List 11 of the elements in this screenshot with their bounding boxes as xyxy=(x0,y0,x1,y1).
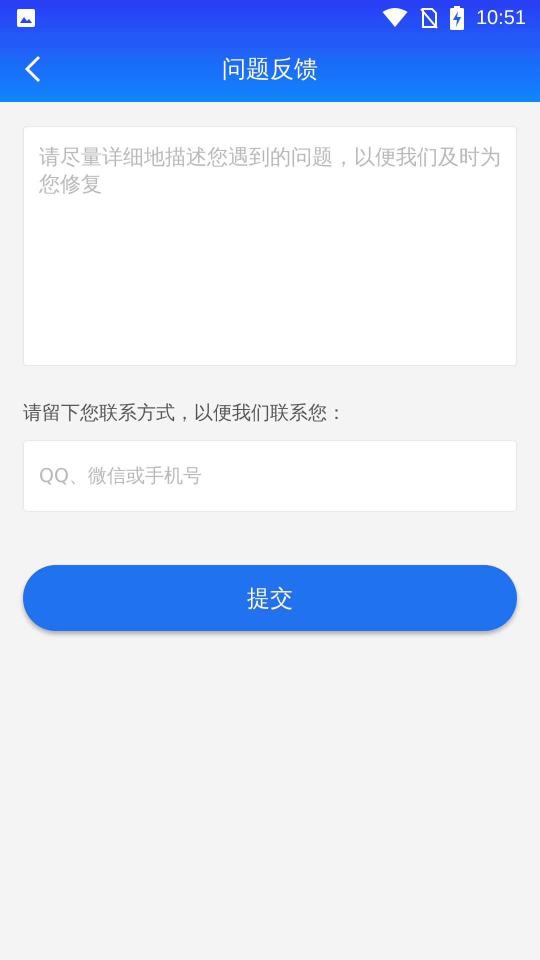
image-icon xyxy=(16,8,36,28)
wifi-icon xyxy=(382,8,408,28)
status-time: 10:51 xyxy=(476,6,526,30)
submit-button[interactable]: 提交 xyxy=(23,565,517,631)
back-icon[interactable] xyxy=(24,55,42,83)
contact-label: 请留下您联系方式，以便我们联系您： xyxy=(23,401,347,426)
no-sim-icon xyxy=(420,7,438,29)
description-field[interactable]: 请尽量详细地描述您遇到的问题，以便我们及时为您修复 xyxy=(23,126,517,366)
contact-field[interactable]: QQ、微信或手机号 xyxy=(23,440,517,512)
battery-charging-icon xyxy=(450,6,464,30)
page-title: 问题反馈 xyxy=(222,54,318,85)
